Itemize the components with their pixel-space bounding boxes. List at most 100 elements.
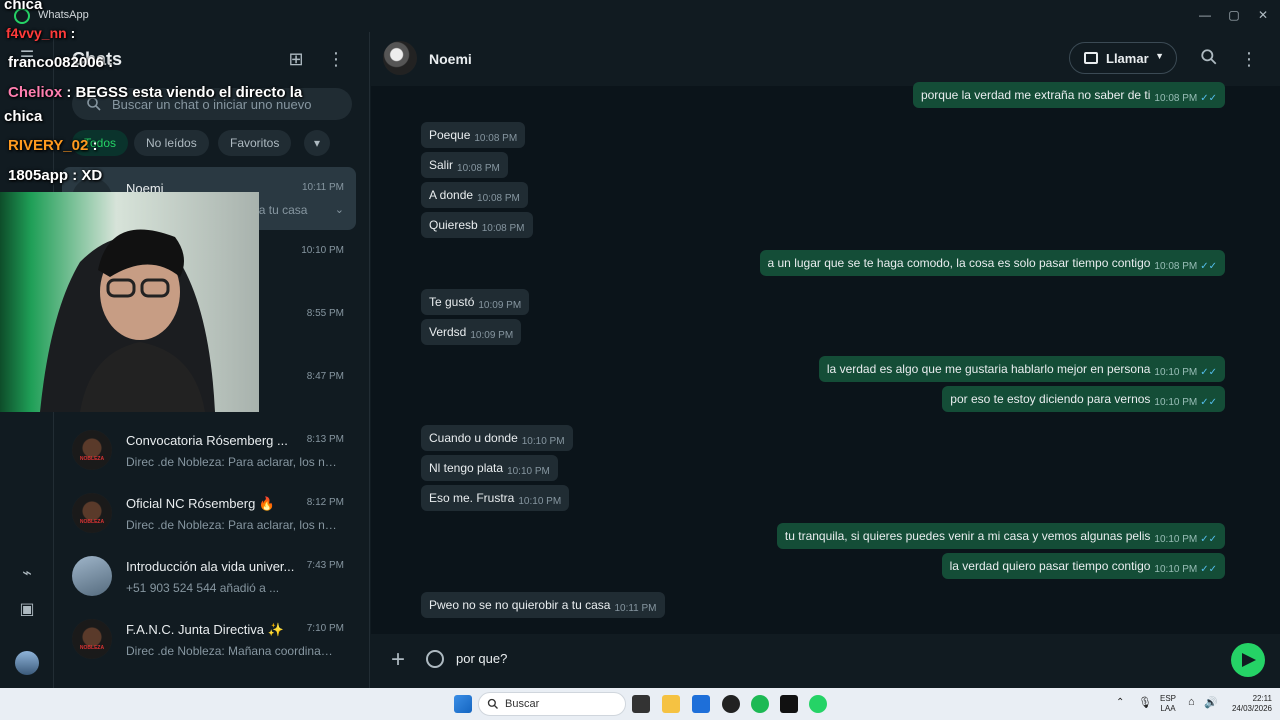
call-label: Llamar	[1106, 51, 1149, 66]
obs-icon[interactable]	[722, 695, 740, 713]
clock[interactable]: 22:11 24/03/2026	[1220, 694, 1272, 714]
message-incoming[interactable]: Te gustó 10:09 PM	[421, 289, 530, 315]
taskbar-search-label: Buscar	[505, 698, 540, 710]
avatar: NOBLEZA	[72, 493, 112, 533]
profile-avatar[interactable]	[15, 651, 39, 675]
media-icon[interactable]: ▣	[17, 600, 37, 620]
message-input[interactable]: por que?	[456, 651, 507, 666]
chat-overlay-line: f4vvy_nn :	[6, 25, 76, 41]
chat-name: Introducción ala vida univer...	[126, 559, 295, 574]
network-icon[interactable]: ⌂	[1188, 696, 1195, 708]
message-list: porque la verdad me extraña no saber de …	[371, 82, 1280, 634]
chat-overlay-line: chica	[4, 0, 43, 13]
list-item[interactable]: NOBLEZA Convocatoria Rósemberg ... 8:13 …	[62, 419, 356, 482]
call-button[interactable]: Llamar ▼	[1069, 42, 1177, 74]
message-outgoing[interactable]: la verdad quiero pasar tiempo contigo 10:…	[941, 553, 1225, 579]
message-outgoing[interactable]: la verdad es algo que me gustaria hablar…	[818, 356, 1225, 382]
chat-preview: Direc .de Nobleza: Para aclarar, los nue…	[126, 518, 340, 532]
chat-overlay-line: RIVERY_02 :	[8, 137, 98, 154]
tiktok-icon[interactable]	[780, 695, 798, 713]
spotify-icon[interactable]	[751, 695, 769, 713]
search-icon[interactable]	[1198, 48, 1220, 70]
contact-name[interactable]: Noemi	[429, 51, 472, 67]
chevron-down-icon: ▼	[1155, 51, 1164, 61]
menu-icon[interactable]: ⋮	[1238, 48, 1260, 70]
microphone-icon[interactable]: 🎙	[1138, 696, 1152, 709]
chat-overlay-line: chica	[4, 108, 43, 125]
read-ticks-icon: ✓✓	[1200, 534, 1217, 545]
message-incoming[interactable]: Quieresb 10:08 PM	[421, 212, 533, 238]
chat-time: 10:10 PM	[301, 245, 344, 256]
nobleza-logo-icon: NOBLEZA	[72, 430, 112, 470]
list-item[interactable]: Introducción ala vida univer... 7:43 PM …	[62, 545, 356, 608]
read-ticks-icon: ✓✓	[1200, 397, 1217, 408]
chat-time: 10:11 PM	[301, 182, 344, 193]
message-incoming[interactable]: A donde 10:08 PM	[421, 182, 528, 208]
chat-overlay-line: 1805app : XD	[8, 167, 103, 184]
filter-favorites[interactable]: Favoritos	[218, 130, 292, 156]
tray-chevron-icon[interactable]: ⌃	[1116, 697, 1124, 708]
filter-more-icon[interactable]: ▾	[304, 130, 331, 156]
minimize-button[interactable]: —	[1190, 4, 1220, 26]
webcam-overlay	[0, 192, 259, 412]
contact-avatar[interactable]	[383, 41, 417, 75]
message-outgoing[interactable]: porque la verdad me extraña no saber de …	[912, 82, 1225, 108]
avatar: NOBLEZA	[72, 619, 112, 659]
sticker-icon[interactable]	[426, 650, 444, 668]
new-chat-icon[interactable]: ⊞	[285, 48, 307, 70]
whatsapp-taskbar-icon[interactable]	[809, 695, 827, 713]
message-outgoing[interactable]: tu tranquila, si quieres puedes venir a …	[776, 523, 1225, 549]
message-incoming[interactable]: Salir 10:08 PM	[421, 152, 508, 178]
send-arrow-icon	[1242, 653, 1256, 667]
chat-name: Convocatoria Rósemberg ...	[126, 433, 288, 448]
volume-icon[interactable]: 🔊	[1204, 696, 1218, 709]
message-incoming[interactable]: Cuando u donde 10:10 PM	[421, 425, 573, 451]
menu-icon[interactable]: ⋮	[325, 48, 347, 70]
avatar	[72, 556, 112, 596]
chevron-down-icon[interactable]: ⌄	[335, 203, 344, 216]
chat-name: F.A.N.C. Junta Directiva ✨	[126, 622, 284, 637]
language-indicator[interactable]: ESP LAA	[1158, 694, 1178, 714]
chat-overlay-line: franco082006 :	[8, 54, 114, 71]
chat-time: 7:43 PM	[306, 560, 344, 571]
message-outgoing[interactable]: a un lugar que se te haga comodo, la cos…	[759, 250, 1225, 276]
message-incoming[interactable]: Poeque 10:08 PM	[421, 122, 526, 148]
conversation-header: Noemi Llamar ▼ ⋮	[371, 32, 1280, 86]
task-view-icon[interactable]	[632, 695, 650, 713]
chat-time: 8:13 PM	[306, 434, 344, 445]
chat-overlay-line: Cheliox : BEGSS esta viendo el directo l…	[8, 84, 303, 101]
chat-time: 8:47 PM	[306, 371, 344, 382]
maximize-button[interactable]: ▢	[1219, 4, 1249, 26]
message-incoming[interactable]: Nl tengo plata 10:10 PM	[421, 455, 558, 481]
read-ticks-icon: ✓✓	[1200, 261, 1217, 272]
message-incoming[interactable]: Pweo no se no quierobir a tu casa 10:11 P…	[421, 592, 665, 618]
conversation-panel: Noemi Llamar ▼ ⋮ porque la verdad me ext…	[371, 32, 1280, 688]
chat-preview: +51 903 524 544 añadió a ...	[126, 581, 280, 595]
message-incoming[interactable]: Eso me. Frustra 10:10 PM	[421, 485, 570, 511]
store-icon[interactable]	[692, 695, 710, 713]
close-button[interactable]: ✕	[1248, 4, 1278, 26]
start-icon[interactable]	[454, 695, 472, 713]
chat-preview: Direc .de Nobleza: Mañana coordinam...	[126, 644, 340, 658]
message-outgoing[interactable]: por eso te estoy diciendo para vernos 10:…	[942, 386, 1225, 412]
message-composer: + por que?	[371, 634, 1280, 688]
send-button[interactable]	[1231, 643, 1265, 677]
attach-plus-icon[interactable]: +	[391, 646, 405, 674]
list-item[interactable]: NOBLEZA F.A.N.C. Junta Directiva ✨ 7:10 …	[62, 608, 356, 671]
search-icon	[487, 698, 498, 709]
read-ticks-icon: ✓✓	[1200, 93, 1217, 104]
status-icon[interactable]: ⌁	[17, 564, 37, 584]
avatar: NOBLEZA	[72, 430, 112, 470]
file-explorer-icon[interactable]	[662, 695, 680, 713]
filter-unread[interactable]: No leídos	[134, 130, 209, 156]
message-incoming[interactable]: Verdsd 10:09 PM	[421, 319, 522, 345]
app-name: WhatsApp	[38, 9, 89, 21]
group-photo-icon	[72, 556, 112, 596]
window-title-bar: WhatsApp — ▢ ✕	[0, 0, 1280, 32]
nobleza-logo-icon: NOBLEZA	[72, 493, 112, 533]
list-item[interactable]: NOBLEZA Oficial NC Rósemberg 🔥 8:12 PM D…	[62, 482, 356, 545]
windows-taskbar: Buscar ⌃ 🎙 ESP LAA ⌂ 🔊 22:11 24/03/2026	[0, 688, 1280, 720]
taskbar-search[interactable]: Buscar	[478, 692, 626, 716]
chat-name: Oficial NC Rósemberg 🔥	[126, 496, 276, 511]
chat-time: 8:12 PM	[306, 497, 344, 508]
